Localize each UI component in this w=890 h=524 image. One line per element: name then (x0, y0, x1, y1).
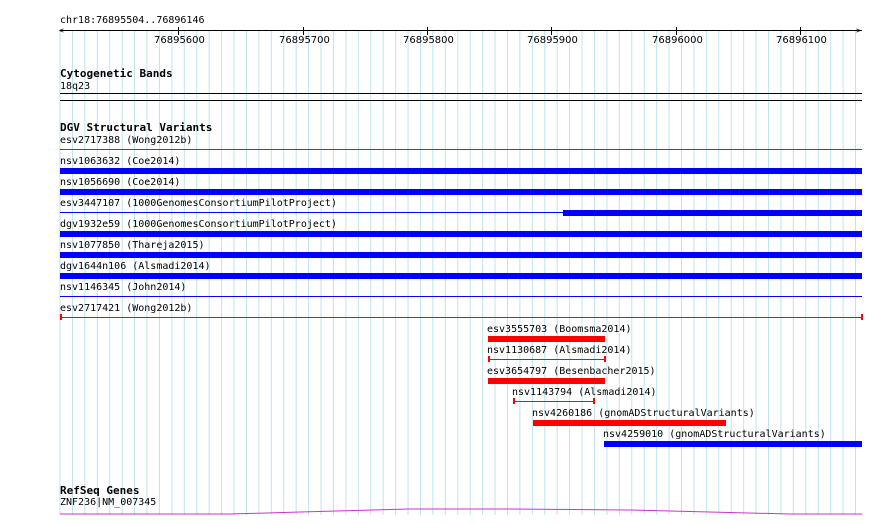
dgv-feature-label[interactable]: esv3555703 (Boomsma2014) (487, 324, 632, 335)
cytoband-line[interactable] (60, 93, 862, 94)
scroll-left-arrow-icon[interactable]: < (59, 27, 64, 35)
dgv-feature-line[interactable] (60, 317, 862, 318)
dgv-feature-label[interactable]: nsv4259010 (gnomADStructuralVariants) (603, 429, 826, 440)
dgv-feature-end-cap (513, 398, 516, 404)
ruler-tick (178, 27, 179, 35)
dgv-track-title[interactable]: DGV Structural Variants (60, 122, 212, 134)
dgv-feature-label[interactable]: nsv1130687 (Alsmadi2014) (487, 345, 632, 356)
ruler-tick (551, 27, 552, 35)
ruler-tick (800, 27, 801, 35)
dgv-feature-bar[interactable] (60, 168, 862, 174)
ruler-tick (427, 27, 428, 35)
dgv-feature-label[interactable]: esv3447107 (1000GenomesConsortiumPilotPr… (60, 198, 337, 209)
dgv-feature-bar[interactable] (60, 189, 862, 195)
dgv-feature-end-cap (604, 356, 607, 362)
dgv-feature-label[interactable]: nsv1143794 (Alsmadi2014) (512, 387, 657, 398)
ruler-axis (60, 30, 862, 31)
ruler-tick-label: 76896100 (776, 35, 827, 46)
dgv-feature-label[interactable]: nsv4260186 (gnomADStructuralVariants) (532, 408, 755, 419)
dgv-feature-label[interactable]: dgv1644n106 (Alsmadi2014) (60, 261, 211, 272)
dgv-feature-label[interactable]: esv2717388 (Wong2012b) (60, 135, 192, 146)
dgv-feature-line[interactable] (60, 149, 862, 150)
dgv-feature-label[interactable]: nsv1077850 (Thareja2015) (60, 240, 205, 251)
ruler-tick-label: 76895600 (154, 35, 205, 46)
coordinate-range: chr18:76895504..76896146 (60, 15, 205, 26)
dgv-feature-label[interactable]: dgv1932e59 (1000GenomesConsortiumPilotPr… (60, 219, 337, 230)
ruler-tick (303, 27, 304, 35)
dgv-feature-label[interactable]: esv3654797 (Besenbacher2015) (487, 366, 656, 377)
dgv-feature-end-cap (593, 398, 596, 404)
refseq-gene-line[interactable] (60, 505, 862, 517)
dgv-feature-line[interactable] (488, 359, 606, 360)
dgv-feature-bar[interactable] (603, 441, 862, 447)
dgv-feature-bar[interactable] (533, 420, 727, 426)
dgv-feature-end-cap (488, 356, 491, 362)
ruler-tick-label: 76895900 (527, 35, 578, 46)
refseq-track-title[interactable]: RefSeq Genes (60, 485, 139, 497)
dgv-feature-bar[interactable] (562, 210, 862, 216)
dgv-feature-bar[interactable] (60, 231, 862, 237)
ruler-tick-label: 76895800 (403, 35, 454, 46)
dgv-feature-bar[interactable] (488, 336, 606, 342)
scroll-right-arrow-icon[interactable]: > (856, 27, 861, 35)
dgv-feature-bar[interactable] (60, 273, 862, 279)
dgv-feature-line[interactable] (513, 401, 595, 402)
dgv-feature-label[interactable]: nsv1146345 (John2014) (60, 282, 186, 293)
dgv-feature-end-cap (60, 314, 62, 320)
dgv-feature-bar[interactable] (60, 252, 862, 258)
ruler-tick (676, 27, 677, 35)
dgv-feature-label[interactable]: nsv1056690 (Coe2014) (60, 177, 180, 188)
track-divider (60, 100, 862, 101)
dgv-feature-label[interactable]: esv2717421 (Wong2012b) (60, 303, 192, 314)
dgv-feature-label[interactable]: nsv1063632 (Coe2014) (60, 156, 180, 167)
dgv-feature-line[interactable] (60, 296, 862, 297)
ruler-tick-label: 76896000 (652, 35, 703, 46)
dgv-feature-bar[interactable] (488, 378, 606, 384)
cytoband-track-title[interactable]: Cytogenetic Bands (60, 68, 173, 80)
dgv-feature-end-cap (861, 314, 863, 320)
cytoband-label[interactable]: 18q23 (60, 81, 90, 92)
ruler-tick-label: 76895700 (279, 35, 330, 46)
